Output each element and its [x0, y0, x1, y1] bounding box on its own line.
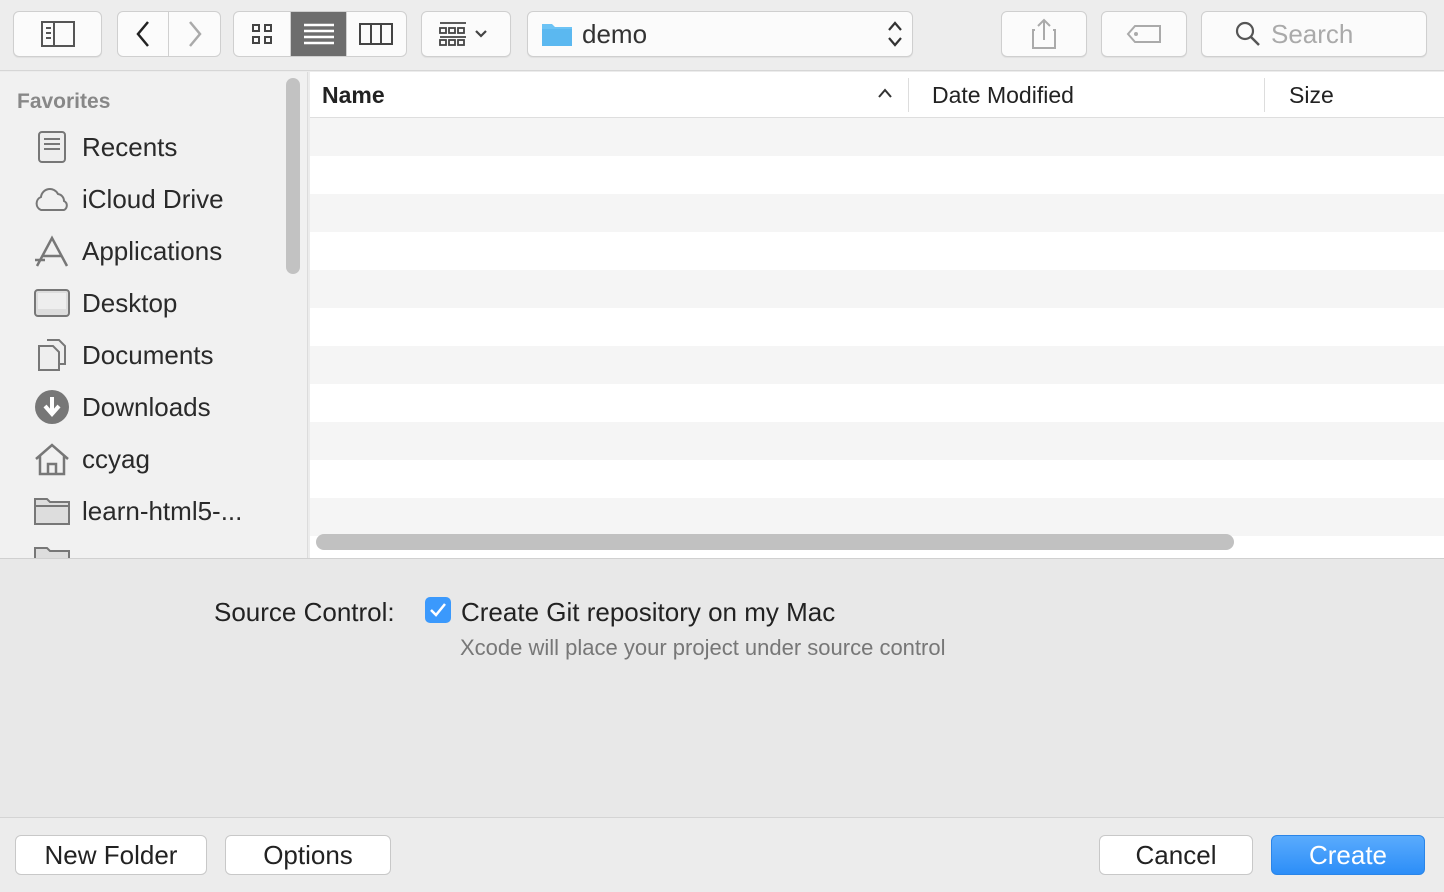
empty-row — [310, 194, 1444, 232]
column-header-date-modified[interactable]: Date Modified — [932, 82, 1074, 109]
sidebar: Favorites Recents iCloud Drive Applicati… — [0, 72, 308, 558]
sidebar-item-applications[interactable]: Applications — [32, 229, 222, 273]
applications-icon — [32, 233, 72, 269]
sidebar-item-ccyag[interactable]: ccyag — [32, 437, 150, 481]
git-repository-checkbox-label[interactable]: Create Git repository on my Mac — [461, 597, 835, 628]
empty-row — [310, 232, 1444, 270]
empty-row — [310, 156, 1444, 194]
view-mode-control — [233, 11, 407, 57]
chevron-right-icon — [188, 21, 202, 47]
sidebar-item-learn-html5[interactable]: learn-html5-... — [32, 489, 242, 533]
columns-icon — [359, 23, 394, 45]
new-folder-button[interactable]: New Folder — [15, 835, 207, 875]
cloud-icon — [32, 181, 72, 217]
sidebar-item-label: Applications — [82, 235, 223, 266]
source-control-hint: Xcode will place your project under sour… — [460, 635, 946, 660]
empty-row — [310, 346, 1444, 384]
search-field[interactable]: Search — [1201, 11, 1427, 57]
cancel-button[interactable]: Cancel — [1099, 835, 1253, 875]
sidebar-item-documents[interactable]: Documents — [32, 333, 214, 377]
icon-view-button[interactable] — [234, 12, 292, 56]
toolbar: demo Search — [0, 0, 1444, 71]
downloads-icon — [32, 389, 72, 425]
column-header-size[interactable]: Size — [1289, 82, 1334, 109]
empty-row — [310, 422, 1444, 460]
recents-icon — [32, 129, 72, 165]
list-icon — [303, 23, 334, 45]
tags-button[interactable] — [1101, 11, 1187, 57]
sort-ascending-icon — [878, 88, 892, 98]
empty-row — [310, 384, 1444, 422]
empty-row — [310, 308, 1444, 346]
empty-row — [310, 118, 1444, 156]
folder-icon — [32, 493, 72, 529]
git-repository-checkbox[interactable] — [425, 597, 451, 623]
chevron-left-icon — [136, 21, 149, 47]
list-view-button[interactable] — [291, 12, 347, 56]
sidebar-section-favorites: Favorites — [17, 90, 111, 113]
sidebar-item-recents[interactable]: Recents — [32, 125, 177, 169]
column-header-name[interactable]: Name — [322, 82, 385, 109]
arrange-icon — [439, 22, 487, 46]
sidebar-item-partial[interactable] — [32, 538, 82, 558]
empty-row — [310, 270, 1444, 308]
sidebar-item-label: ccyag — [82, 443, 150, 474]
horizontal-scrollbar[interactable] — [316, 534, 1234, 550]
create-button[interactable]: Create — [1271, 835, 1425, 875]
sidebar-icon — [40, 21, 75, 47]
search-icon — [1235, 21, 1260, 46]
sidebar-toggle-button[interactable] — [13, 11, 102, 57]
desktop-icon — [32, 285, 72, 321]
sidebar-item-icloud-drive[interactable]: iCloud Drive — [32, 177, 224, 221]
share-button[interactable] — [1001, 11, 1087, 57]
share-icon — [1032, 18, 1056, 49]
documents-icon — [32, 337, 72, 373]
sidebar-item-label: Documents — [82, 339, 214, 370]
empty-row — [310, 460, 1444, 498]
folder-icon — [542, 24, 572, 46]
location-label: demo — [582, 18, 648, 49]
arrange-button[interactable] — [421, 11, 511, 57]
list-header: Name Date Modified Size — [310, 72, 1444, 118]
navigation-buttons — [117, 11, 221, 57]
folder-icon — [32, 542, 72, 558]
column-view-button[interactable] — [347, 12, 406, 56]
options-button[interactable]: Options — [225, 835, 391, 875]
up-down-chevron-icon — [888, 21, 902, 47]
grid-icon — [252, 24, 273, 44]
sidebar-item-downloads[interactable]: Downloads — [32, 385, 211, 429]
back-button[interactable] — [118, 12, 170, 56]
sidebar-item-label: Downloads — [82, 391, 211, 422]
location-popup[interactable]: demo — [527, 11, 913, 57]
sidebar-item-label: Recents — [82, 131, 178, 162]
sidebar-item-label: iCloud Drive — [82, 183, 224, 214]
sidebar-scrollbar[interactable] — [286, 78, 300, 274]
sidebar-item-label: Desktop — [82, 287, 178, 318]
source-control-label: Source Control: — [214, 597, 395, 627]
search-placeholder: Search — [1271, 18, 1354, 49]
home-icon — [32, 441, 72, 477]
checkmark-icon — [430, 603, 446, 617]
forward-button[interactable] — [169, 12, 220, 56]
source-control-options: Source Control: Create Git repository on… — [0, 558, 1444, 817]
sidebar-item-label: learn-html5-... — [82, 495, 243, 526]
sidebar-item-desktop[interactable]: Desktop — [32, 281, 177, 325]
file-list: Name Date Modified Size — [310, 72, 1444, 558]
empty-row — [310, 498, 1444, 536]
tag-icon — [1126, 25, 1161, 43]
